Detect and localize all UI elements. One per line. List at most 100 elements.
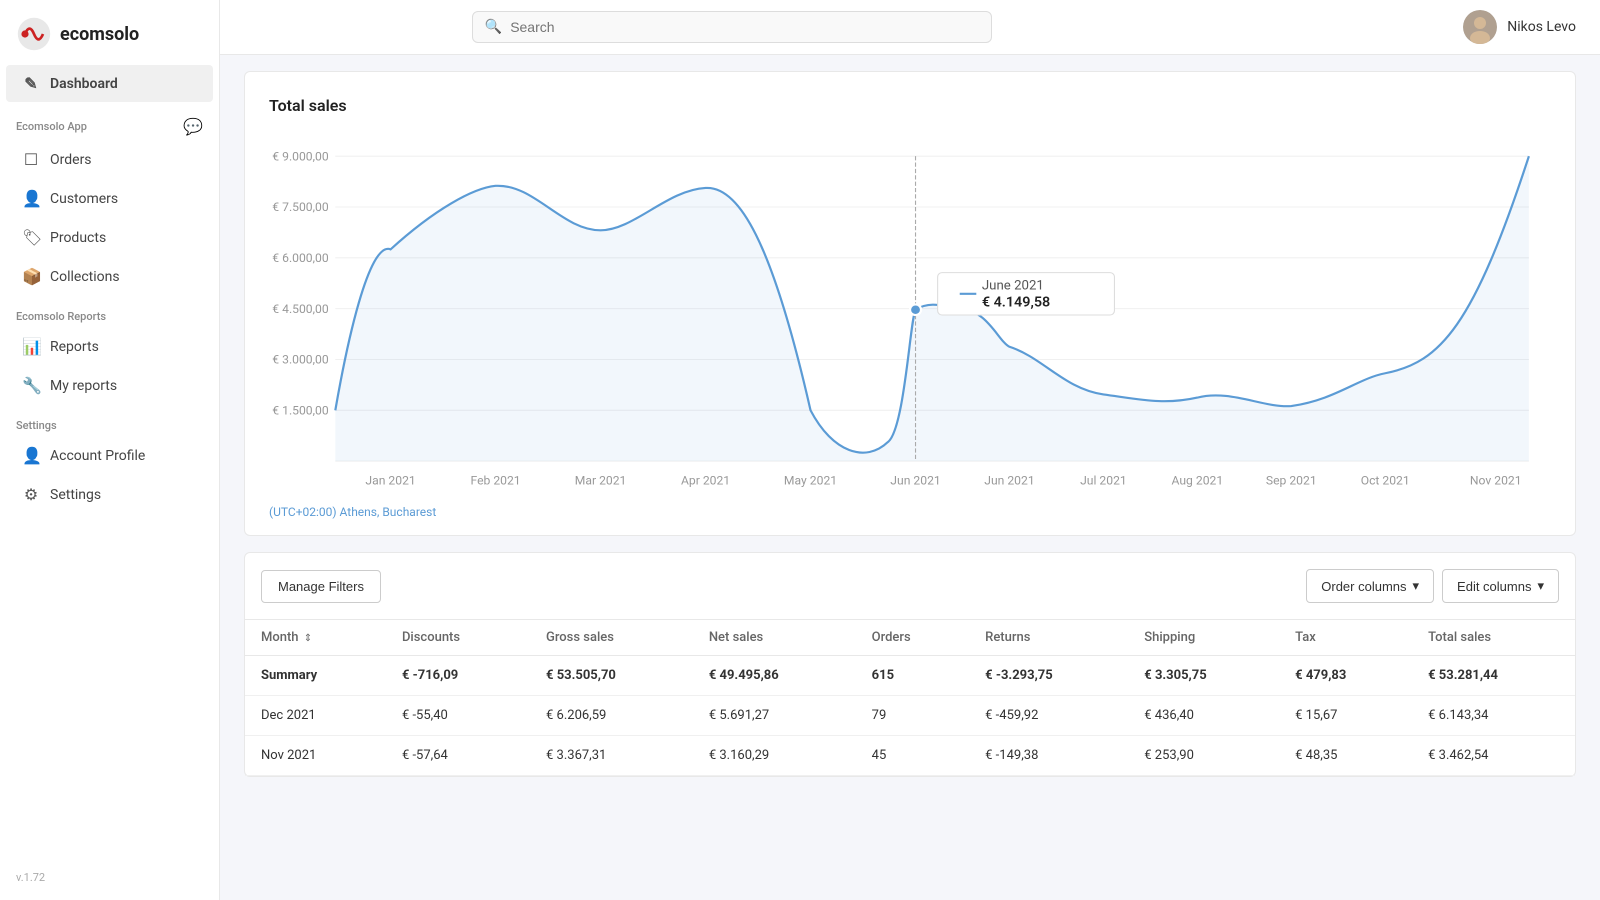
sort-icon: ⇕ <box>304 633 312 644</box>
manage-filters-button[interactable]: Manage Filters <box>261 570 381 603</box>
search-bar[interactable]: 🔍 <box>472 11 992 43</box>
cell-discounts: € -55,40 <box>386 696 530 736</box>
sidebar-item-reports-label: Reports <box>50 339 99 355</box>
sidebar-item-settings-label: Settings <box>50 487 101 503</box>
avatar-image <box>1463 10 1497 44</box>
svg-text:Feb 2021: Feb 2021 <box>470 474 520 488</box>
svg-text:Nov 2021: Nov 2021 <box>1470 474 1522 488</box>
cell-discounts: € -716,09 <box>386 656 530 696</box>
col-gross-sales: Gross sales <box>530 620 693 656</box>
cell-month: Summary <box>245 656 386 696</box>
svg-text:Sep 2021: Sep 2021 <box>1266 474 1317 488</box>
ecomsolo-logo-icon <box>16 16 52 52</box>
sidebar-item-dashboard-label: Dashboard <box>50 76 118 92</box>
chevron-down-icon: ▾ <box>1413 578 1420 594</box>
sidebar-item-customers[interactable]: 👤 Customers <box>6 180 213 217</box>
sidebar-item-reports[interactable]: 📊 Reports <box>6 328 213 365</box>
order-columns-button[interactable]: Order columns ▾ <box>1306 569 1434 603</box>
table-body: Summary€ -716,09€ 53.505,70€ 49.495,8661… <box>245 656 1575 776</box>
sidebar-item-customers-label: Customers <box>50 191 118 207</box>
cell-total_sales: € 6.143,34 <box>1412 696 1575 736</box>
cell-net_sales: € 49.495,86 <box>693 656 856 696</box>
my-reports-icon: 🔧 <box>22 376 40 395</box>
sidebar-item-dashboard[interactable]: ✎ Dashboard <box>6 65 213 102</box>
sidebar-item-products[interactable]: 🏷 Products <box>6 219 213 256</box>
sidebar: ecomsolo ✎ Dashboard Ecomsolo App 💬 ☐ Or… <box>0 0 220 900</box>
cell-discounts: € -57,64 <box>386 736 530 776</box>
cell-gross_sales: € 53.505,70 <box>530 656 693 696</box>
cell-gross_sales: € 6.206,59 <box>530 696 693 736</box>
sidebar-item-account-profile[interactable]: 👤 Account Profile <box>6 437 213 474</box>
sidebar-section-reports: Ecomsolo Reports <box>0 296 219 327</box>
cell-shipping: € 3.305,75 <box>1128 656 1279 696</box>
avatar <box>1463 10 1497 44</box>
version-label: v.1.72 <box>0 855 219 900</box>
collections-icon: 📦 <box>22 267 40 286</box>
table-toolbar: Manage Filters Order columns ▾ Edit colu… <box>245 569 1575 619</box>
cell-month: Nov 2021 <box>245 736 386 776</box>
cell-total_sales: € 53.281,44 <box>1412 656 1575 696</box>
cell-shipping: € 253,90 <box>1128 736 1279 776</box>
chart-title: Total sales <box>269 96 1551 115</box>
chart-card: Total sales € 9.000,00 € 7.500,00 € 6.00… <box>244 71 1576 536</box>
col-shipping: Shipping <box>1128 620 1279 656</box>
cell-returns: € -149,38 <box>969 736 1128 776</box>
svg-text:€ 1.500,00: € 1.500,00 <box>272 404 329 418</box>
sidebar-item-orders-label: Orders <box>50 152 92 168</box>
table-row: Summary€ -716,09€ 53.505,70€ 49.495,8661… <box>245 656 1575 696</box>
chevron-down-icon: ▾ <box>1537 578 1544 594</box>
sidebar-item-orders[interactable]: ☐ Orders <box>6 141 213 178</box>
search-icon: 🔍 <box>485 19 502 35</box>
col-total-sales: Total sales <box>1412 620 1575 656</box>
reports-icon: 📊 <box>22 337 40 356</box>
svg-text:€ 4.500,00: € 4.500,00 <box>272 302 329 316</box>
cell-orders: 615 <box>856 656 970 696</box>
cell-tax: € 48,35 <box>1279 736 1412 776</box>
cell-tax: € 479,83 <box>1279 656 1412 696</box>
svg-text:Aug 2021: Aug 2021 <box>1172 474 1224 488</box>
svg-text:Jun 2021: Jun 2021 <box>890 474 940 488</box>
svg-text:€ 6.000,00: € 6.000,00 <box>272 251 329 265</box>
customers-icon: 👤 <box>22 189 40 208</box>
cell-returns: € -459,92 <box>969 696 1128 736</box>
svg-text:€ 4.149,58: € 4.149,58 <box>982 295 1050 311</box>
col-orders: Orders <box>856 620 970 656</box>
svg-text:Mar 2021: Mar 2021 <box>575 474 627 488</box>
user-name: Nikos Levo <box>1507 19 1576 35</box>
col-month[interactable]: Month ⇕ <box>245 620 386 656</box>
search-input[interactable] <box>510 19 979 35</box>
sidebar-item-account-profile-label: Account Profile <box>50 448 145 464</box>
sidebar-item-settings[interactable]: ⚙ Settings <box>6 476 213 513</box>
svg-text:€ 7.500,00: € 7.500,00 <box>272 200 329 214</box>
user-area: Nikos Levo <box>1463 10 1576 44</box>
topbar: 🔍 Nikos Levo <box>220 0 1600 55</box>
account-profile-icon: 👤 <box>22 446 40 465</box>
sidebar-section-settings: Settings <box>0 405 219 436</box>
svg-text:Jun 2021: Jun 2021 <box>984 474 1034 488</box>
sidebar-section-ecomsolo-app: Ecomsolo App 💬 <box>0 103 219 140</box>
sidebar-item-collections-label: Collections <box>50 269 120 285</box>
cell-net_sales: € 3.160,29 <box>693 736 856 776</box>
cell-total_sales: € 3.462,54 <box>1412 736 1575 776</box>
col-returns: Returns <box>969 620 1128 656</box>
chart-container: € 9.000,00 € 7.500,00 € 6.000,00 € 4.500… <box>269 135 1551 495</box>
cell-month: Dec 2021 <box>245 696 386 736</box>
cell-net_sales: € 5.691,27 <box>693 696 856 736</box>
chart-svg: € 9.000,00 € 7.500,00 € 6.000,00 € 4.500… <box>269 135 1551 495</box>
svg-text:May 2021: May 2021 <box>784 474 837 488</box>
edit-columns-button[interactable]: Edit columns ▾ <box>1442 569 1559 603</box>
table-header: Month ⇕ Discounts Gross sales Net sales … <box>245 620 1575 656</box>
sidebar-item-collections[interactable]: 📦 Collections <box>6 258 213 295</box>
chart-timezone: (UTC+02:00) Athens, Bucharest <box>269 505 1551 519</box>
col-net-sales: Net sales <box>693 620 856 656</box>
dashboard-icon: ✎ <box>22 74 40 93</box>
products-icon: 🏷 <box>22 228 40 247</box>
main-area: 🔍 Nikos Levo Total sales <box>220 0 1600 900</box>
col-discounts: Discounts <box>386 620 530 656</box>
table-row: Dec 2021€ -55,40€ 6.206,59€ 5.691,2779€ … <box>245 696 1575 736</box>
settings-icon: ⚙ <box>22 485 40 504</box>
table-row: Nov 2021€ -57,64€ 3.367,31€ 3.160,2945€ … <box>245 736 1575 776</box>
cell-returns: € -3.293,75 <box>969 656 1128 696</box>
svg-text:Jul 2021: Jul 2021 <box>1080 474 1127 488</box>
sidebar-item-my-reports[interactable]: 🔧 My reports <box>6 367 213 404</box>
